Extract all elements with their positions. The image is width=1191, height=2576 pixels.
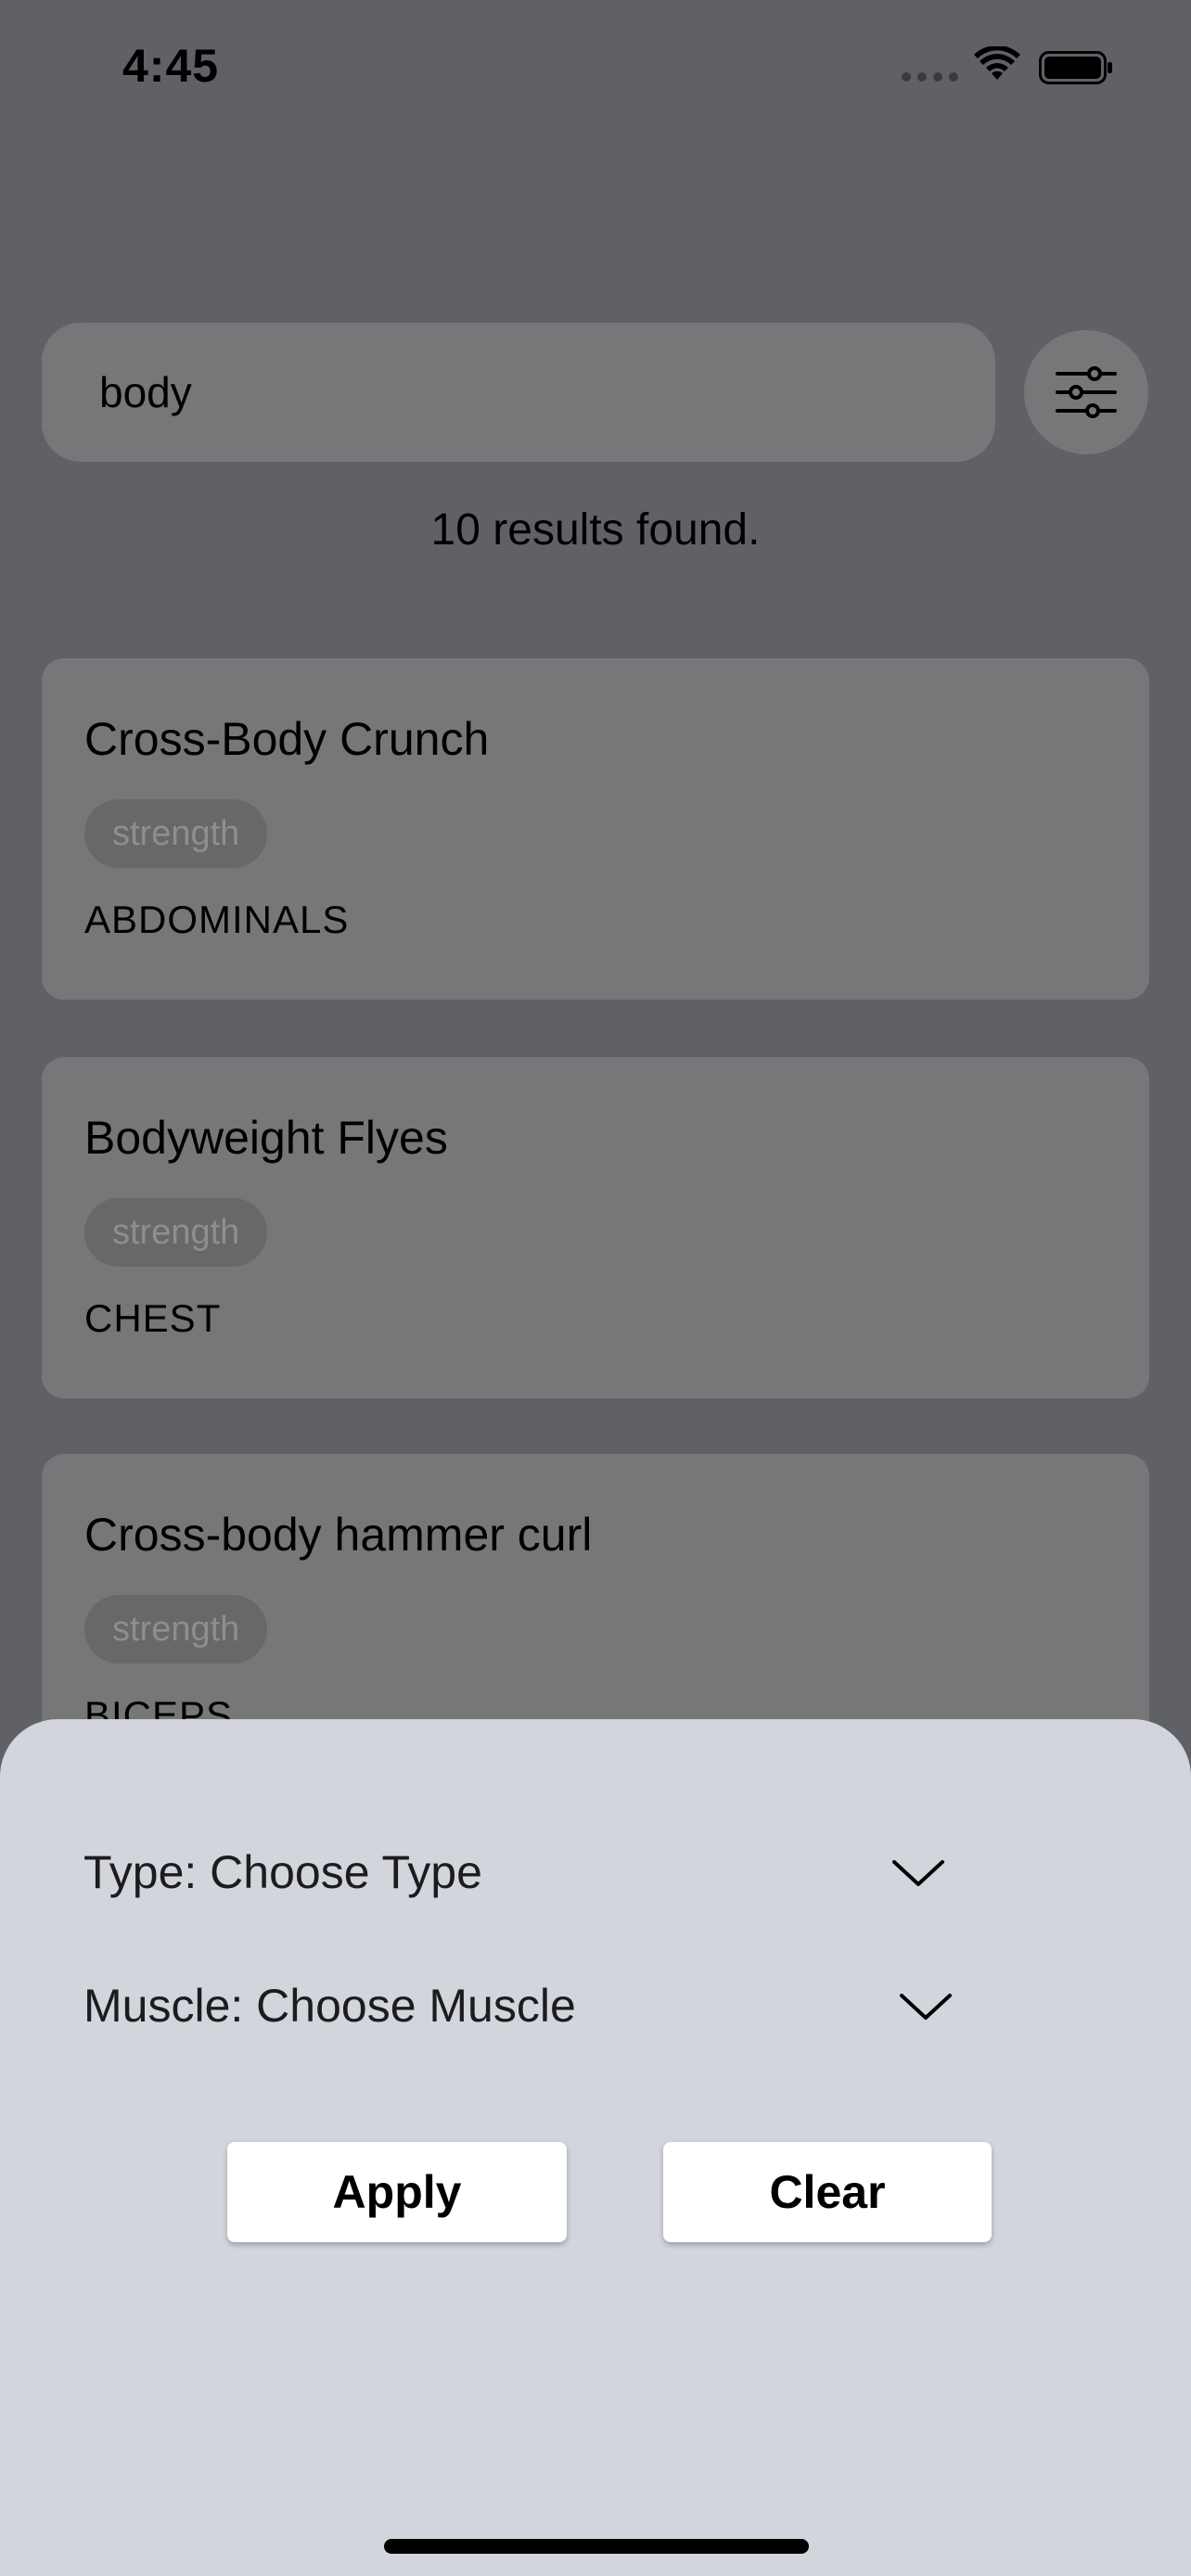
filter-bottom-sheet: Type: Choose Type Muscle: Choose Muscle … xyxy=(0,1719,1191,2576)
battery-icon xyxy=(1039,51,1112,84)
wifi-icon xyxy=(974,46,1020,80)
type-dropdown-label: Type: Choose Type xyxy=(83,1846,482,1898)
exercise-name: Cross-body hammer curl xyxy=(84,1509,593,1561)
exercise-name: Bodyweight Flyes xyxy=(84,1112,448,1164)
filter-button[interactable] xyxy=(1024,330,1148,454)
results-count: 10 results found. xyxy=(430,505,761,555)
search-input[interactable]: body xyxy=(42,323,995,462)
apply-button[interactable]: Apply xyxy=(227,2142,567,2242)
chevron-down-icon[interactable] xyxy=(898,1990,954,2023)
exercise-name: Cross-Body Crunch xyxy=(84,713,490,765)
exercise-type-badge: strength xyxy=(84,799,268,868)
exercise-muscle: CHEST xyxy=(84,1296,222,1340)
cellular-signal-icon xyxy=(902,72,958,82)
home-indicator xyxy=(384,2539,809,2554)
exercise-type-badge: strength xyxy=(84,1198,268,1267)
chevron-down-icon[interactable] xyxy=(890,1856,946,1890)
exercise-card[interactable]: Cross-Body Crunch strength ABDOMINALS xyxy=(42,658,1149,1000)
clear-button[interactable]: Clear xyxy=(663,2142,992,2242)
exercise-type-badge: strength xyxy=(84,1595,268,1664)
sliders-icon xyxy=(1056,366,1117,418)
exercise-card[interactable]: Bodyweight Flyes strength CHEST xyxy=(42,1057,1149,1398)
exercise-muscle: ABDOMINALS xyxy=(84,898,350,941)
muscle-dropdown-label: Muscle: Choose Muscle xyxy=(83,1980,576,2032)
status-time: 4:45 xyxy=(122,40,220,92)
